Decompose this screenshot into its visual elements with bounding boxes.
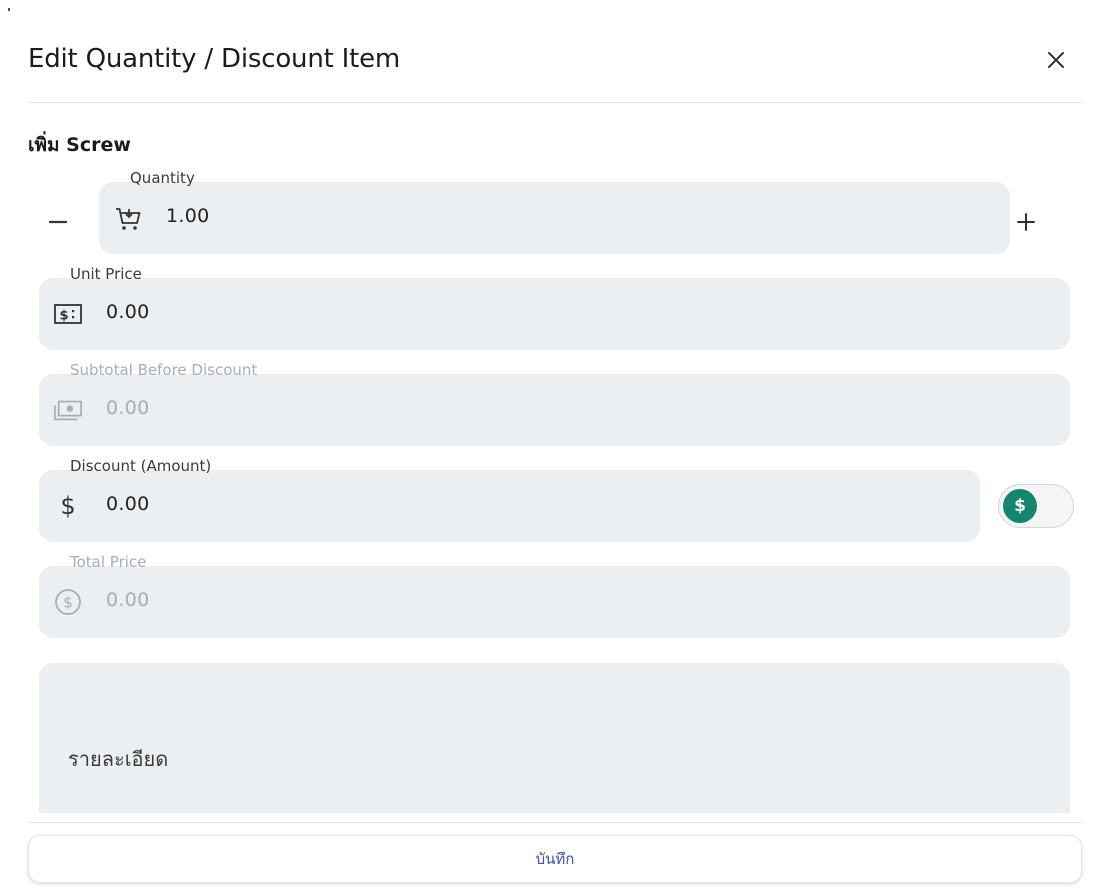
details-textarea[interactable]: รายละเอียด [39,663,1070,813]
increase-quantity-button[interactable] [1008,204,1044,240]
toggle-knob: $ [1003,489,1037,523]
svg-text:$: $ [63,594,73,612]
dialog-header: Edit Quantity / Discount Item [28,40,1082,103]
svg-text:$: $ [59,309,68,324]
dollar-circle-icon: $ [53,587,83,617]
close-button[interactable] [1038,42,1074,78]
discount-type-toggle[interactable]: $ [998,484,1074,528]
details-placeholder: รายละเอียด [68,747,169,771]
subtotal-value: 0.00 [106,397,150,419]
footer-divider [28,822,1082,823]
quantity-label: Quantity [130,169,195,187]
edit-item-dialog: Edit Quantity / Discount Item เพิ่ม Scre… [0,0,1096,888]
discount-label: Discount (Amount) [70,457,212,475]
decrease-quantity-button[interactable] [40,204,76,240]
dollar-badge-icon: $ [1014,496,1026,516]
unit-price-label: Unit Price [70,265,142,283]
minus-icon [48,220,68,224]
plus-icon [1017,213,1035,231]
unit-price-value: 0.00 [106,301,150,323]
quantity-value: 1.00 [166,205,210,227]
save-button[interactable]: บันทึก [28,835,1082,883]
dollar-symbol: $ [60,492,76,520]
dollar-icon: $ [53,491,83,521]
quantity-field[interactable]: Quantity 1.00 [99,169,1010,254]
subtotal-field: Subtotal Before Discount 0.00 [39,361,1070,446]
close-icon [1048,52,1064,68]
cart-icon [113,203,143,233]
discount-field[interactable]: Discount (Amount) $ 0.00 [39,457,980,542]
total-price-value: 0.00 [106,589,150,611]
dialog-title: Edit Quantity / Discount Item [28,44,401,74]
total-price-field: Total Price $ 0.00 [39,553,1070,638]
price-tag-icon: $ [53,299,83,329]
banknote-icon [53,395,83,425]
subtotal-label: Subtotal Before Discount [70,361,258,379]
total-price-label: Total Price [70,553,147,571]
unit-price-field[interactable]: Unit Price $ 0.00 [39,265,1070,350]
corner-mark [8,8,10,11]
discount-value: 0.00 [106,493,150,515]
item-subtitle: เพิ่ม Screw [28,134,131,156]
